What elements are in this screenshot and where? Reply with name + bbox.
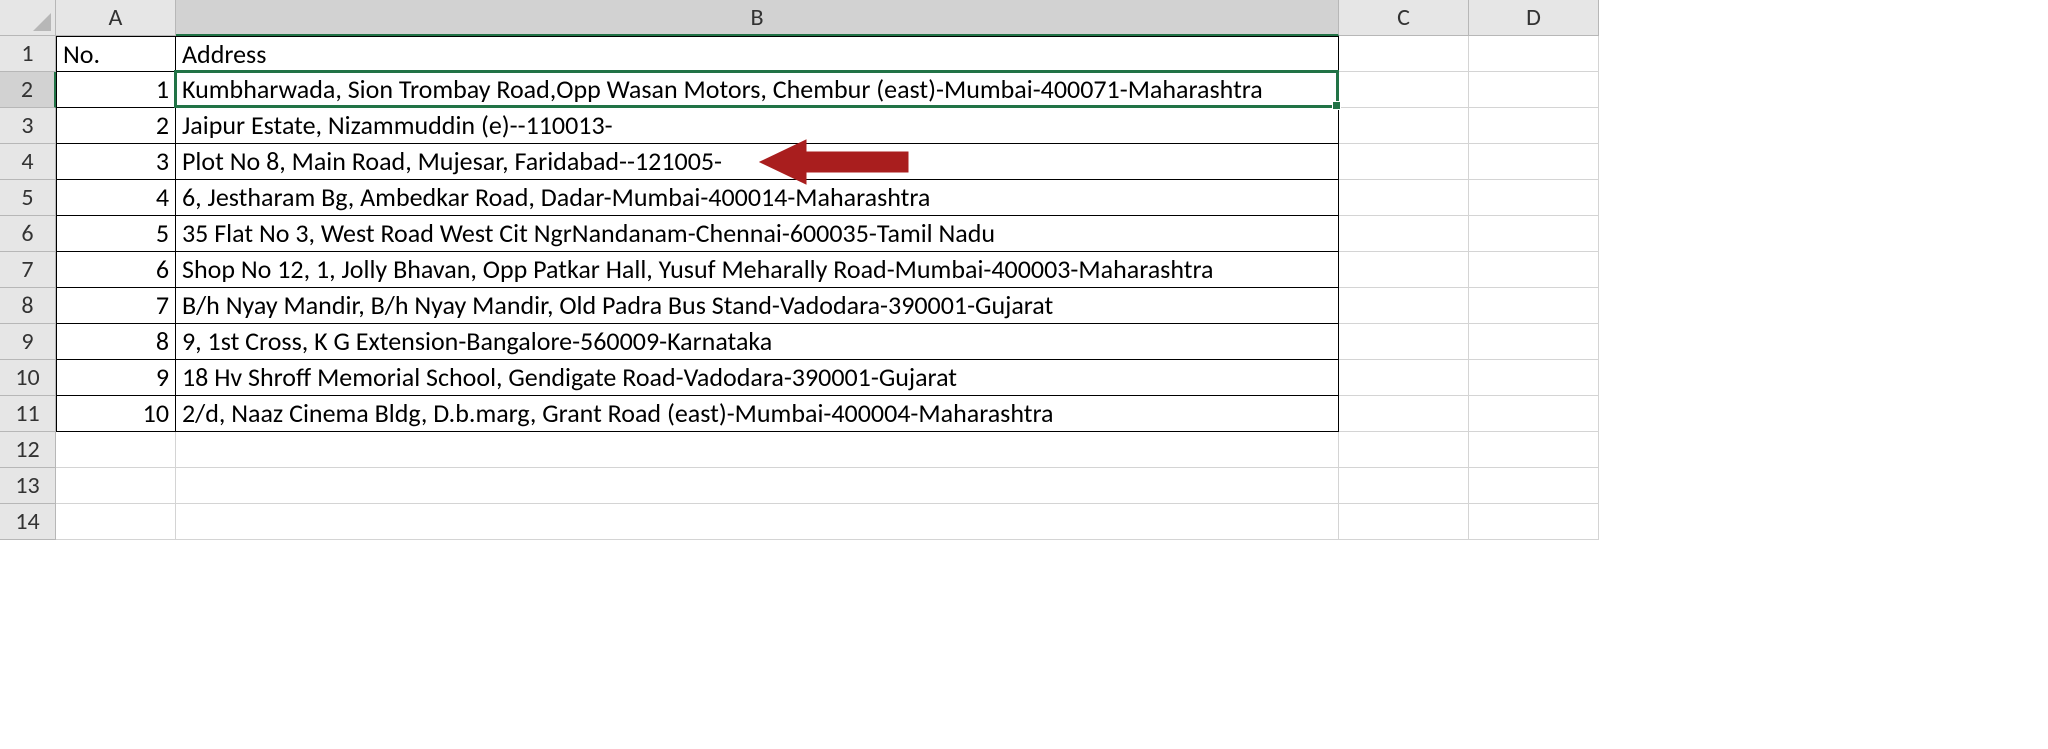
column-header-C[interactable]: C bbox=[1339, 0, 1469, 36]
cell-A5[interactable]: 4 bbox=[56, 180, 176, 216]
cell-C1[interactable] bbox=[1339, 36, 1469, 72]
select-all-corner[interactable] bbox=[0, 0, 56, 36]
cell-B9[interactable]: 9, 1st Cross, K G Extension-Bangalore-56… bbox=[176, 324, 1339, 360]
cell-B3[interactable]: Jaipur Estate, Nizammuddin (e)--110013- bbox=[176, 108, 1339, 144]
row-header-2[interactable]: 2 bbox=[0, 72, 56, 108]
cell-D10[interactable] bbox=[1469, 360, 1599, 396]
cell-D3[interactable] bbox=[1469, 108, 1599, 144]
cell-D13[interactable] bbox=[1469, 468, 1599, 504]
row-header-13[interactable]: 13 bbox=[0, 468, 56, 504]
cell-D2[interactable] bbox=[1469, 72, 1599, 108]
select-all-triangle-icon bbox=[33, 13, 51, 31]
cell-B4[interactable]: Plot No 8, Main Road, Mujesar, Faridabad… bbox=[176, 144, 1339, 180]
cell-D12[interactable] bbox=[1469, 432, 1599, 468]
cell-D6[interactable] bbox=[1469, 216, 1599, 252]
row-header-7[interactable]: 7 bbox=[0, 252, 56, 288]
cell-C2[interactable] bbox=[1339, 72, 1469, 108]
cell-B14[interactable] bbox=[176, 504, 1339, 540]
cell-C10[interactable] bbox=[1339, 360, 1469, 396]
cell-A2[interactable]: 1 bbox=[56, 72, 176, 108]
cell-C4[interactable] bbox=[1339, 144, 1469, 180]
cell-D5[interactable] bbox=[1469, 180, 1599, 216]
cell-B13[interactable] bbox=[176, 468, 1339, 504]
column-header-B[interactable]: B bbox=[176, 0, 1339, 36]
cell-B8[interactable]: B/h Nyay Mandir, B/h Nyay Mandir, Old Pa… bbox=[176, 288, 1339, 324]
cell-C3[interactable] bbox=[1339, 108, 1469, 144]
cell-C5[interactable] bbox=[1339, 180, 1469, 216]
row-header-3[interactable]: 3 bbox=[0, 108, 56, 144]
cell-A13[interactable] bbox=[56, 468, 176, 504]
cell-A8[interactable]: 7 bbox=[56, 288, 176, 324]
cell-A10[interactable]: 9 bbox=[56, 360, 176, 396]
row-header-1[interactable]: 1 bbox=[0, 36, 56, 72]
cell-D4[interactable] bbox=[1469, 144, 1599, 180]
cell-D9[interactable] bbox=[1469, 324, 1599, 360]
row-header-9[interactable]: 9 bbox=[0, 324, 56, 360]
cell-C12[interactable] bbox=[1339, 432, 1469, 468]
cell-B6[interactable]: 35 Flat No 3, West Road West Cit NgrNand… bbox=[176, 216, 1339, 252]
cell-B5[interactable]: 6, Jestharam Bg, Ambedkar Road, Dadar-Mu… bbox=[176, 180, 1339, 216]
cell-B1[interactable]: Address bbox=[176, 36, 1339, 72]
cell-D1[interactable] bbox=[1469, 36, 1599, 72]
cell-B11[interactable]: 2/d, Naaz Cinema Bldg, D.b.marg, Grant R… bbox=[176, 396, 1339, 432]
cell-A12[interactable] bbox=[56, 432, 176, 468]
cell-A4[interactable]: 3 bbox=[56, 144, 176, 180]
spreadsheet-grid[interactable]: ABCD1No.Address21Kumbharwada, Sion Tromb… bbox=[0, 0, 2048, 540]
column-header-A[interactable]: A bbox=[56, 0, 176, 36]
cell-B10[interactable]: 18 Hv Shroff Memorial School, Gendigate … bbox=[176, 360, 1339, 396]
cell-A3[interactable]: 2 bbox=[56, 108, 176, 144]
cell-C7[interactable] bbox=[1339, 252, 1469, 288]
cell-A7[interactable]: 6 bbox=[56, 252, 176, 288]
row-header-4[interactable]: 4 bbox=[0, 144, 56, 180]
column-header-D[interactable]: D bbox=[1469, 0, 1599, 36]
cell-C14[interactable] bbox=[1339, 504, 1469, 540]
row-header-14[interactable]: 14 bbox=[0, 504, 56, 540]
row-header-12[interactable]: 12 bbox=[0, 432, 56, 468]
cell-D14[interactable] bbox=[1469, 504, 1599, 540]
cell-A11[interactable]: 10 bbox=[56, 396, 176, 432]
row-header-8[interactable]: 8 bbox=[0, 288, 56, 324]
row-header-6[interactable]: 6 bbox=[0, 216, 56, 252]
row-header-5[interactable]: 5 bbox=[0, 180, 56, 216]
cell-C8[interactable] bbox=[1339, 288, 1469, 324]
row-header-11[interactable]: 11 bbox=[0, 396, 56, 432]
cell-B7[interactable]: Shop No 12, 1, Jolly Bhavan, Opp Patkar … bbox=[176, 252, 1339, 288]
cell-B2[interactable]: Kumbharwada, Sion Trombay Road,Opp Wasan… bbox=[176, 72, 1339, 108]
cell-B12[interactable] bbox=[176, 432, 1339, 468]
cell-C11[interactable] bbox=[1339, 396, 1469, 432]
row-header-10[interactable]: 10 bbox=[0, 360, 56, 396]
cell-D7[interactable] bbox=[1469, 252, 1599, 288]
cell-A1[interactable]: No. bbox=[56, 36, 176, 72]
cell-D8[interactable] bbox=[1469, 288, 1599, 324]
cell-C13[interactable] bbox=[1339, 468, 1469, 504]
cell-A14[interactable] bbox=[56, 504, 176, 540]
cell-C9[interactable] bbox=[1339, 324, 1469, 360]
cell-D11[interactable] bbox=[1469, 396, 1599, 432]
cell-A6[interactable]: 5 bbox=[56, 216, 176, 252]
cell-A9[interactable]: 8 bbox=[56, 324, 176, 360]
cell-C6[interactable] bbox=[1339, 216, 1469, 252]
